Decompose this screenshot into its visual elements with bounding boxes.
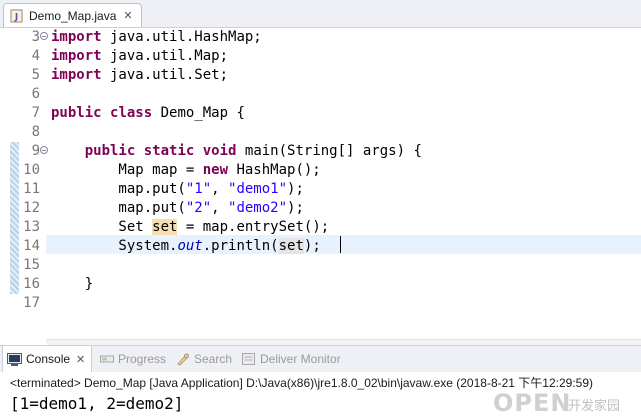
code-line[interactable]: 17 xyxy=(0,294,641,313)
line-number: 11 xyxy=(23,181,40,197)
close-icon[interactable]: ✕ xyxy=(123,9,132,22)
code-line[interactable]: 3 import java.util.HashMap; xyxy=(0,28,641,47)
line-number: 14 xyxy=(23,238,40,254)
tab-search-label: Search xyxy=(194,352,233,366)
watermark-logo: OPEN xyxy=(493,389,572,417)
watermark-subtitle: 开发家园 xyxy=(568,399,621,414)
close-icon[interactable]: ✕ xyxy=(76,353,85,366)
code-text: public class Demo_Map { xyxy=(51,105,245,121)
svg-text:J: J xyxy=(14,12,18,22)
line-number: 8 xyxy=(31,124,40,140)
line-number: 3 xyxy=(31,29,40,45)
code-text: } xyxy=(51,276,94,292)
code-line[interactable]: 4 import java.util.Map; xyxy=(0,47,641,66)
line-number: 9 xyxy=(31,143,40,159)
code-line[interactable]: 11 map.put("1", "demo1"); xyxy=(0,180,641,199)
text-caret xyxy=(340,236,341,253)
code-text: map.put("1", "demo1"); xyxy=(51,181,304,197)
line-number: 6 xyxy=(31,86,40,102)
code-line[interactable]: 12 map.put("2", "demo2"); xyxy=(0,199,641,218)
code-text: map.put("2", "demo2"); xyxy=(51,200,304,216)
code-line[interactable]: 16 } xyxy=(0,275,641,294)
deliver-monitor-icon xyxy=(242,352,255,365)
code-text: public static void main(String[] args) { xyxy=(84,143,422,159)
line-number: 4 xyxy=(31,48,40,64)
line-number: 10 xyxy=(23,162,40,178)
code-text: import java.util.Set; xyxy=(51,67,229,83)
editor-tab-title: Demo_Map.java xyxy=(29,8,117,23)
code-text: Map map = new HashMap(); xyxy=(51,162,321,178)
console-output: [1=demo1, 2=demo2] xyxy=(10,394,184,413)
tab-console-label: Console xyxy=(26,352,71,366)
code-line[interactable]: 13 Set set = map.entrySet(); xyxy=(0,218,641,237)
tab-deliver-monitor-label: Deliver Monitor xyxy=(260,352,341,366)
code-line[interactable]: 7 public class Demo_Map { xyxy=(0,104,641,123)
code-text: import java.util.Map; xyxy=(51,48,229,64)
code-text: import java.util.HashMap; xyxy=(51,29,262,45)
tab-progress[interactable]: Progress xyxy=(100,346,166,372)
code-text: System.out.println(set); xyxy=(51,238,321,254)
line-number: 13 xyxy=(23,219,40,235)
editor-tab-demo-map[interactable]: J Demo_Map.java ✕ xyxy=(3,3,142,27)
code-line[interactable]: 5 import java.util.Set; xyxy=(0,66,641,85)
line-number: 5 xyxy=(31,67,40,83)
code-line[interactable]: 6 xyxy=(0,85,641,104)
search-icon xyxy=(177,353,189,366)
console-icon xyxy=(7,352,22,366)
tab-deliver-monitor[interactable]: Deliver Monitor xyxy=(242,346,341,372)
code-line[interactable]: 9 public static void main(String[] args)… xyxy=(0,142,641,161)
tab-progress-label: Progress xyxy=(118,352,167,366)
code-line[interactable]: 14 System.out.println(set); xyxy=(0,237,641,256)
editor-tab-bar: J Demo_Map.java ✕ xyxy=(0,0,641,28)
line-number: 17 xyxy=(23,295,40,311)
code-line[interactable]: 8 xyxy=(0,123,641,142)
code-line[interactable]: 10 Map map = new HashMap(); xyxy=(0,161,641,180)
line-number: 15 xyxy=(23,257,40,273)
line-number: 16 xyxy=(23,276,40,292)
tab-search[interactable]: Search xyxy=(176,346,232,372)
line-number: 12 xyxy=(23,200,40,216)
progress-icon xyxy=(100,355,114,363)
code-line[interactable]: 15 xyxy=(0,256,641,275)
code-text: Set set = map.entrySet(); xyxy=(51,219,330,235)
code-editor[interactable]: 3 import java.util.HashMap; 4 import java.u… xyxy=(0,28,641,357)
fold-toggle-icon[interactable] xyxy=(40,32,48,40)
java-file-icon: J xyxy=(10,9,23,22)
view-tab-bar: Console ✕ Progress Search Deliver Monito… xyxy=(0,345,641,373)
tab-console[interactable]: Console ✕ xyxy=(2,346,93,372)
line-number: 7 xyxy=(31,105,40,121)
fold-toggle-icon[interactable] xyxy=(40,146,48,154)
